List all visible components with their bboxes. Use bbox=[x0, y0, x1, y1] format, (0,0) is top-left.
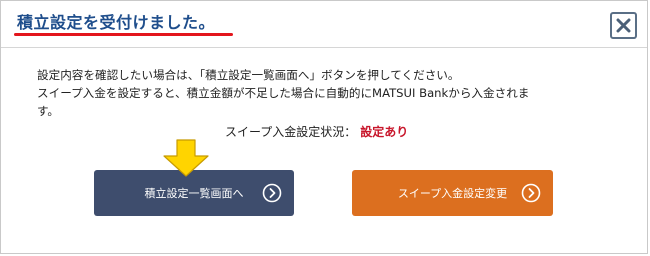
confirmation-dialog: 積立設定を受付けました。 設定内容を確認したい場合は、「積立設定一覧画面へ」ボタ… bbox=[0, 0, 648, 254]
chevron-right-circle-icon bbox=[262, 183, 282, 203]
sweep-status-value: 設定あり bbox=[360, 125, 409, 139]
close-x-icon bbox=[616, 18, 631, 33]
title-underline bbox=[14, 33, 233, 36]
sweep-status: スイープ入金設定状況： 設定あり bbox=[225, 123, 408, 140]
close-button[interactable] bbox=[610, 12, 637, 39]
chevron-right-circle-icon bbox=[521, 183, 541, 203]
dialog-title: 積立設定を受付けました。 bbox=[17, 13, 216, 32]
sweep-status-label: スイープ入金設定状況： bbox=[225, 125, 357, 139]
pointer-arrow-icon bbox=[163, 139, 209, 177]
message-line-3: す。 bbox=[37, 104, 60, 118]
message-line-1: 設定内容を確認したい場合は、「積立設定一覧画面へ」ボタンを押してください。 bbox=[37, 68, 460, 82]
sweep-settings-change-button[interactable]: スイープ入金設定変更 bbox=[352, 170, 553, 216]
header-divider bbox=[1, 47, 647, 48]
message-line-2: スイープ入金を設定すると、積立金額が不足した場合に自動的にMATSUI Bank… bbox=[37, 86, 530, 100]
